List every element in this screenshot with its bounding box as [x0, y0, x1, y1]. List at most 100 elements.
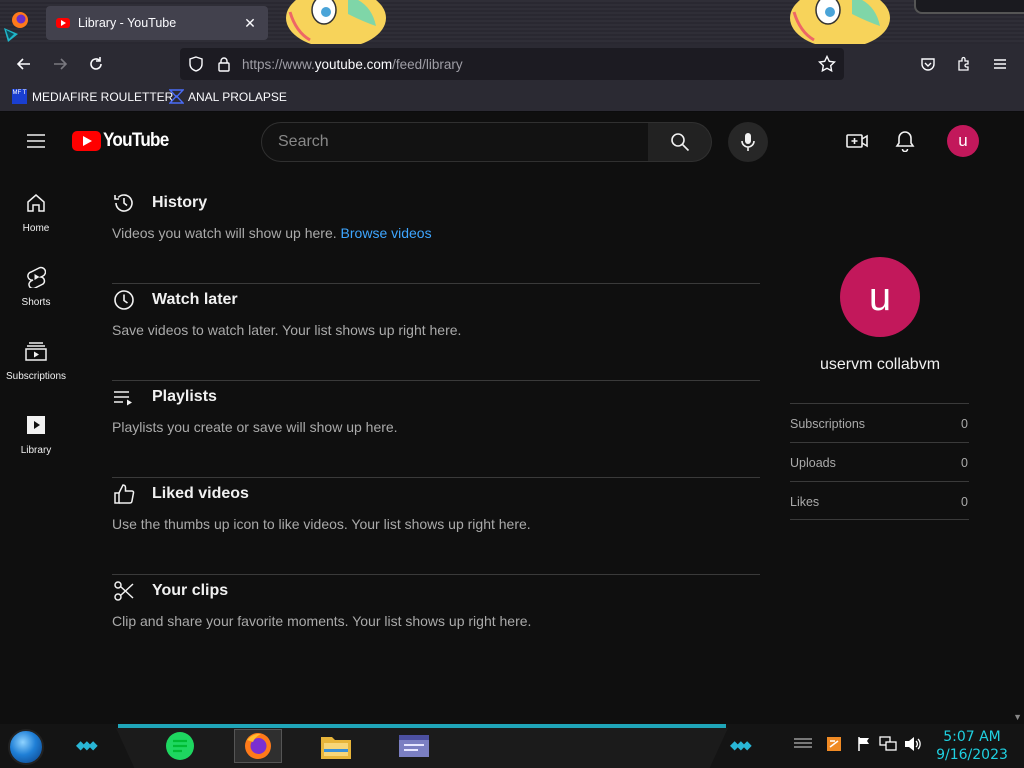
stat-label: Likes	[790, 495, 820, 509]
tray-app-icon[interactable]	[824, 736, 844, 752]
guide-item-shorts[interactable]: Shorts	[0, 265, 72, 339]
section-title[interactable]: Playlists	[152, 388, 217, 406]
library-section-playlists: Playlists Playlists you create or save w…	[112, 381, 760, 478]
guide-item-home[interactable]: Home	[0, 191, 72, 265]
section-title[interactable]: Liked videos	[152, 485, 249, 503]
search-placeholder: Search	[278, 133, 329, 150]
guide-label: Library	[20, 445, 52, 456]
search-icon	[670, 133, 689, 152]
stat-label: Uploads	[790, 456, 836, 470]
bookmarks-toolbar: MF T MEDIAFIRE ROULETTER ANAL PROLAPSE	[0, 84, 1024, 112]
browser-tab-bar: Library - YouTube ✕	[0, 0, 1024, 44]
youtube-page: YouTube Search u Home Shorts Subscriptio…	[0, 112, 1024, 724]
taskbar-clock[interactable]: 5:07 AM 9/16/2023	[930, 728, 1014, 764]
channel-avatar[interactable]: u	[840, 257, 920, 337]
firefox-icon	[245, 733, 271, 759]
url-text[interactable]: https://www.youtube.com/feed/library	[242, 57, 463, 72]
stacked-lines-icon	[794, 738, 812, 748]
tab-title: Library - YouTube	[78, 16, 177, 30]
taskbar-app-file-explorer[interactable]	[312, 729, 360, 763]
bookmark-mediafire[interactable]: MF T MEDIAFIRE ROULETTER	[12, 89, 173, 104]
library-section-your-clips: Your clips Clip and share your favorite …	[112, 575, 760, 672]
shorts-icon	[26, 265, 46, 289]
back-button[interactable]	[10, 50, 38, 78]
forward-button[interactable]	[46, 50, 74, 78]
firefox-menu[interactable]	[0, 0, 44, 44]
guide-menu-button[interactable]	[24, 129, 48, 153]
bookmark-second[interactable]: ANAL PROLAPSE	[169, 89, 287, 104]
lock-icon[interactable]	[216, 56, 232, 72]
app-menu-button[interactable]	[986, 50, 1014, 78]
tray-action-center[interactable]	[854, 736, 874, 752]
anime-character-decoration-icon	[790, 0, 890, 44]
application-window-icon	[399, 735, 429, 757]
stat-label: Subscriptions	[790, 417, 866, 431]
guide-item-library[interactable]: Library	[0, 413, 72, 487]
clock-time: 5:07 AM	[943, 729, 1001, 745]
youtube-logo-icon	[72, 131, 101, 151]
arrow-right-icon	[54, 58, 68, 70]
tray-network[interactable]	[878, 736, 898, 752]
bookmark-favicon-icon	[169, 89, 184, 104]
guide-item-subscriptions[interactable]: Subscriptions	[0, 339, 72, 413]
browse-videos-link[interactable]: Browse videos	[341, 225, 432, 241]
library-section-watch-later: Watch later Save videos to watch later. …	[112, 284, 760, 381]
taskbar-app-firefox[interactable]	[234, 729, 282, 763]
arrow-left-icon	[16, 58, 30, 70]
orange-app-icon	[827, 737, 841, 751]
tray-volume[interactable]	[902, 736, 924, 752]
taskbar-app-window[interactable]	[390, 729, 438, 763]
create-video-icon	[846, 134, 868, 148]
scrollbar-down-arrow-icon[interactable]: ▼	[1013, 712, 1022, 722]
shield-icon[interactable]	[188, 56, 204, 72]
url-path: /feed/library	[392, 57, 463, 72]
youtube-logo[interactable]: YouTube	[72, 130, 176, 152]
section-description-text: Videos you watch will show up here.	[112, 225, 337, 241]
tray-overflow-button[interactable]	[792, 736, 814, 750]
section-title[interactable]: History	[152, 194, 207, 212]
star-bookmark-icon[interactable]	[818, 55, 836, 73]
history-icon	[112, 191, 136, 215]
section-description: Save videos to watch later. Your list sh…	[112, 322, 462, 338]
section-title[interactable]: Watch later	[152, 291, 238, 309]
logo-text: YouTube	[103, 130, 169, 151]
channel-name[interactable]: uservm collabvm	[790, 356, 970, 374]
stat-value: 0	[961, 417, 968, 431]
notifications-button[interactable]	[893, 129, 917, 153]
home-icon	[26, 191, 46, 215]
hamburger-menu-icon	[994, 59, 1006, 69]
folder-icon	[321, 737, 351, 759]
youtube-favicon-icon	[56, 18, 70, 28]
microphone-icon	[741, 133, 755, 151]
close-icon[interactable]: ✕	[242, 15, 258, 31]
start-button[interactable]	[8, 729, 44, 765]
flag-icon	[858, 737, 869, 751]
search-button[interactable]	[648, 122, 712, 162]
taskbar-accent-strip	[118, 724, 726, 728]
guide-label: Shorts	[21, 297, 51, 308]
voice-search-button[interactable]	[728, 122, 768, 162]
stat-value: 0	[961, 456, 968, 470]
stat-row-uploads: Uploads 0	[790, 442, 969, 481]
url-host: youtube.com	[314, 57, 393, 72]
thumbs-up-icon	[112, 482, 136, 506]
url-bar[interactable]: https://www.youtube.com/feed/library	[180, 48, 844, 80]
account-avatar-button[interactable]: u	[947, 125, 979, 157]
pocket-icon	[921, 58, 935, 71]
taskbar-app-notes[interactable]	[156, 729, 204, 763]
chevron-decoration-icon: ◆◆◆	[76, 738, 98, 752]
bookmark-label: MEDIAFIRE ROULETTER	[32, 89, 174, 104]
pocket-button[interactable]	[914, 50, 942, 78]
puzzle-icon	[958, 56, 969, 71]
create-button[interactable]	[844, 129, 870, 153]
extensions-button[interactable]	[950, 50, 978, 78]
stat-row-subscriptions: Subscriptions 0	[790, 403, 969, 442]
section-description: Use the thumbs up icon to like videos. Y…	[112, 516, 531, 532]
library-section-liked-videos: Liked videos Use the thumbs up icon to l…	[112, 478, 760, 575]
playlist-icon	[112, 385, 136, 409]
browser-nav-bar: https://www.youtube.com/feed/library	[0, 44, 1024, 84]
tab-youtube-library[interactable]: Library - YouTube ✕	[46, 6, 268, 40]
section-title[interactable]: Your clips	[152, 582, 228, 600]
search-input[interactable]: Search	[261, 122, 649, 162]
reload-button[interactable]	[82, 50, 110, 78]
